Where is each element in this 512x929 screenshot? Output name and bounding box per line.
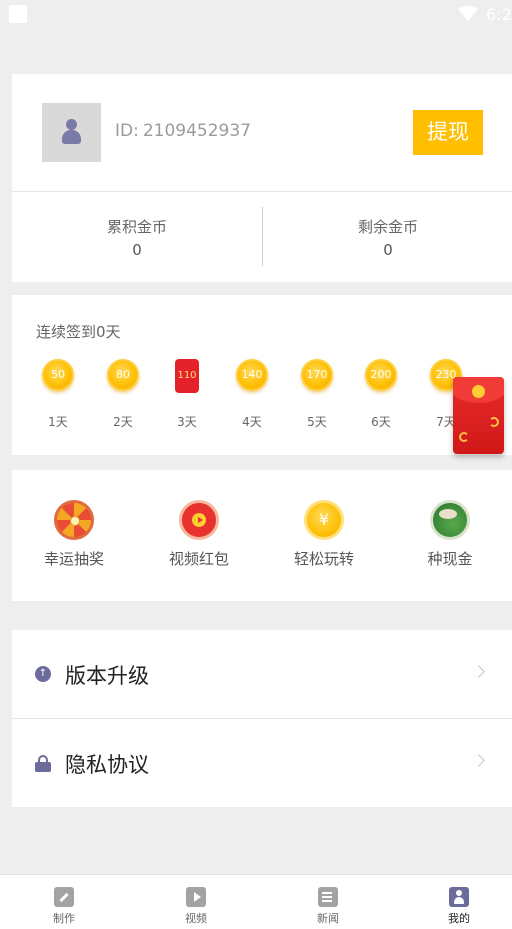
features-card: 幸运抽奖 视频红包 ¥ 轻松玩转 种现金 xyxy=(12,470,512,601)
coin-icon: 170 xyxy=(301,359,333,391)
day-label: 1天 xyxy=(48,415,68,429)
lock-icon xyxy=(35,755,51,772)
checkin-day-1[interactable]: 50 1天 xyxy=(35,359,81,430)
red-envelope-icon: 110 xyxy=(175,359,199,393)
floating-red-envelope[interactable] xyxy=(453,377,504,454)
video-envelope-icon xyxy=(179,500,219,540)
user-id-value: 2109452937 xyxy=(142,121,252,141)
coin-icon: 200 xyxy=(365,359,397,391)
wrench-icon xyxy=(54,887,74,907)
yuan-coin-icon: ¥ xyxy=(304,500,344,540)
total-coins-label: 累积金币 xyxy=(106,218,167,236)
feature-easy-play[interactable]: ¥ 轻松玩转 xyxy=(274,500,374,569)
checkin-day-6[interactable]: 200 6天 xyxy=(358,359,404,430)
tab-mine[interactable]: 我的 xyxy=(429,887,489,926)
menu-item-privacy-policy[interactable]: 隐私协议 xyxy=(12,719,512,807)
tab-label: 制作 xyxy=(53,912,75,925)
checkin-day-2[interactable]: 80 2天 xyxy=(100,359,146,430)
coin-icon: 80 xyxy=(107,359,139,391)
day-label: 6天 xyxy=(371,415,391,429)
feature-label: 幸运抽奖 xyxy=(43,550,104,568)
chevron-right-icon xyxy=(472,754,485,767)
tab-label: 我的 xyxy=(448,912,470,925)
user-id-label: ID: xyxy=(115,121,139,141)
coin-icon: 50 xyxy=(42,359,74,391)
settings-menu: ↑ 版本升级 隐私协议 xyxy=(12,630,512,807)
wifi-icon xyxy=(458,5,478,21)
day-label: 5天 xyxy=(307,415,327,429)
tab-news[interactable]: 新闻 xyxy=(298,887,358,926)
menu-label: 版本升级 xyxy=(65,664,149,688)
feature-grow-cash[interactable]: 种现金 xyxy=(400,500,500,569)
remaining-coins-label: 剩余金币 xyxy=(357,218,418,236)
tab-make[interactable]: 制作 xyxy=(34,887,94,926)
checkin-card: 连续签到0天 50 1天 80 2天 110 3天 140 4天 170 5天 … xyxy=(12,295,512,455)
notification-icon xyxy=(9,5,27,23)
user-id: ID: 2109452937 xyxy=(115,121,251,141)
coin-icon: 140 xyxy=(236,359,268,391)
checkin-day-5[interactable]: 170 5天 xyxy=(294,359,340,430)
day-label: 2天 xyxy=(113,415,133,429)
feature-label: 种现金 xyxy=(427,550,473,568)
tab-video[interactable]: 视频 xyxy=(166,887,226,926)
status-bar: 6:26 xyxy=(0,0,512,28)
status-time: 6:26 xyxy=(486,5,512,24)
withdraw-button[interactable]: 提现 xyxy=(413,110,483,155)
checkin-day-4[interactable]: 140 4天 xyxy=(229,359,275,430)
lucky-wheel-icon xyxy=(54,500,94,540)
profile-card: ID: 2109452937 提现 累积金币 0 剩余金币 0 xyxy=(12,74,512,282)
total-coins-value: 0 xyxy=(132,241,142,259)
feature-lucky-draw[interactable]: 幸运抽奖 xyxy=(24,500,124,569)
day-label: 4天 xyxy=(242,415,262,429)
tab-label: 新闻 xyxy=(317,912,339,925)
menu-label: 隐私协议 xyxy=(65,753,149,777)
bottom-tab-bar: 制作 视频 新闻 我的 xyxy=(0,874,512,929)
grow-cash-icon xyxy=(430,500,470,540)
total-coins-stat: 累积金币 0 xyxy=(12,216,262,259)
news-icon xyxy=(318,887,338,907)
tab-label: 视频 xyxy=(185,912,207,925)
avatar-person-icon xyxy=(66,119,77,130)
checkin-day-3[interactable]: 110 3天 xyxy=(164,359,210,430)
upgrade-arrow-icon: ↑ xyxy=(35,666,51,682)
envelope-seal-icon xyxy=(472,385,485,398)
divider xyxy=(12,191,512,192)
checkin-title: 连续签到0天 xyxy=(36,323,121,341)
remaining-coins-stat: 剩余金币 0 xyxy=(263,216,512,259)
play-icon xyxy=(186,887,206,907)
day-label: 3天 xyxy=(177,415,197,429)
feature-label: 轻松玩转 xyxy=(293,550,354,568)
chevron-right-icon xyxy=(472,665,485,678)
person-icon xyxy=(449,887,469,907)
menu-item-version-upgrade[interactable]: ↑ 版本升级 xyxy=(12,630,512,718)
avatar[interactable] xyxy=(42,103,101,162)
feature-video-envelope[interactable]: 视频红包 xyxy=(149,500,249,569)
remaining-coins-value: 0 xyxy=(383,241,393,259)
feature-label: 视频红包 xyxy=(168,550,229,568)
